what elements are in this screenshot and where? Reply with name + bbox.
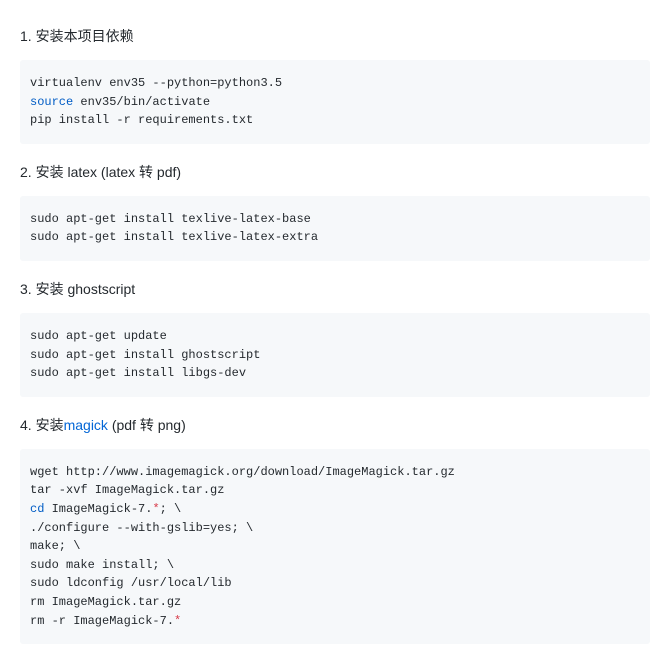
section-heading-1: 1. 安装本项目依赖 [20,26,650,46]
section-heading-3: 3. 安装 ghostscript [20,279,650,299]
section-heading-4: 4. 安装magick (pdf 转 png) [20,415,650,435]
code-block-4: wget http://www.imagemagick.org/download… [20,449,650,644]
code-line: sudo apt-get update [30,329,167,343]
code-keyword: source [30,95,73,109]
code-line: ImageMagick-7. [44,502,152,516]
heading-text-pre: 4. 安装 [20,417,64,433]
section-heading-2: 2. 安装 latex (latex 转 pdf) [20,162,650,182]
code-line: sudo ldconfig /usr/local/lib [30,576,232,590]
code-glob: * [174,614,181,628]
magick-link[interactable]: magick [64,417,108,433]
code-line: sudo make install; \ [30,558,174,572]
code-block-2: sudo apt-get install texlive-latex-base s… [20,196,650,261]
code-line: make; \ [30,539,80,553]
code-block-3: sudo apt-get update sudo apt-get install … [20,313,650,397]
code-line: sudo apt-get install texlive-latex-extra [30,230,318,244]
code-line: rm -r ImageMagick-7. [30,614,174,628]
code-line: ./configure --with-gslib=yes; \ [30,521,253,535]
code-line: ; \ [160,502,182,516]
code-block-1: virtualenv env35 --python=python3.5 sourc… [20,60,650,144]
code-line: sudo apt-get install ghostscript [30,348,260,362]
code-line: tar -xvf ImageMagick.tar.gz [30,483,224,497]
code-line: wget http://www.imagemagick.org/download… [30,465,455,479]
code-glob: * [152,502,159,516]
code-line: sudo apt-get install texlive-latex-base [30,212,311,226]
document-content: 1. 安装本项目依赖 virtualenv env35 --python=pyt… [0,0,670,670]
code-line: pip install -r requirements.txt [30,113,253,127]
code-line: virtualenv env35 --python=python3.5 [30,76,282,90]
code-line: rm ImageMagick.tar.gz [30,595,181,609]
code-line: env35/bin/activate [73,95,210,109]
code-line: sudo apt-get install libgs-dev [30,366,246,380]
heading-text-post: (pdf 转 png) [108,417,186,433]
code-keyword: cd [30,502,44,516]
